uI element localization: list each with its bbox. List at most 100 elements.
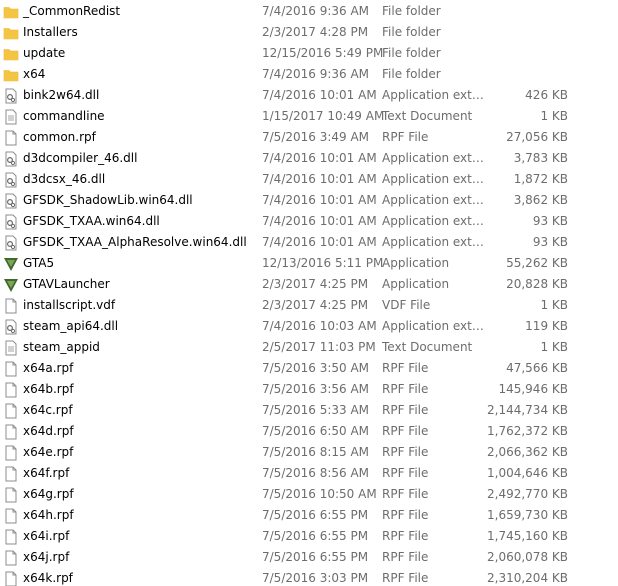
file-row[interactable]: d3dcompiler_46.dll 7/4/2016 10:01 AM Appli… — [0, 148, 618, 169]
file-row[interactable]: x64e.rpf 7/5/2016 8:15 AM RPF File 2,066,36… — [0, 442, 618, 463]
file-row[interactable]: x64j.rpf 7/5/2016 6:55 PM RPF File 2,060,07… — [0, 547, 618, 568]
file-row[interactable]: GFSDK_ShadowLib.win64.dll 7/4/2016 10:01 … — [0, 190, 618, 211]
file-date-modified: 7/4/2016 9:36 AM — [262, 67, 370, 81]
file-name: GFSDK_TXAA_AlphaResolve.win64.dll — [23, 235, 247, 249]
file-date-modified: 7/4/2016 10:01 AM — [262, 172, 377, 186]
file-type: RPF File — [382, 382, 429, 396]
file-row[interactable]: Installers 2/3/2017 4:28 PM File folder — [0, 22, 618, 43]
file-date-modified: 7/4/2016 10:01 AM — [262, 235, 377, 249]
document-icon — [3, 109, 19, 125]
file-date-modified: 7/5/2016 6:55 PM — [262, 550, 369, 564]
file-name: x64j.rpf — [23, 550, 70, 564]
file-size: 20,828 KB — [506, 277, 568, 291]
file-size: 2,310,204 KB — [487, 571, 568, 585]
file-icon — [3, 529, 19, 545]
file-row[interactable]: _CommonRedist 7/4/2016 9:36 AM File folder — [0, 1, 618, 22]
file-name: GFSDK_ShadowLib.win64.dll — [23, 193, 193, 207]
file-type: Application extens... — [382, 172, 490, 186]
file-size: 2,144,734 KB — [487, 403, 568, 417]
file-type: VDF File — [382, 298, 431, 312]
file-row[interactable]: x64 7/4/2016 9:36 AM File folder — [0, 64, 618, 85]
file-type: File folder — [382, 46, 441, 60]
file-row[interactable]: GTAVLauncher 2/3/2017 4:25 PM Application 2… — [0, 274, 618, 295]
file-row[interactable]: x64a.rpf 7/5/2016 3:50 AM RPF File 47,566 K… — [0, 358, 618, 379]
file-date-modified: 2/3/2017 4:25 PM — [262, 277, 369, 291]
file-name: steam_appid — [23, 340, 100, 354]
file-date-modified: 12/13/2016 5:11 PM — [262, 256, 384, 270]
file-row[interactable]: x64f.rpf 7/5/2016 8:56 AM RPF File 1,004,64… — [0, 463, 618, 484]
file-row[interactable]: commandline 1/15/2017 10:49 AM Text Docume… — [0, 106, 618, 127]
file-date-modified: 7/5/2016 6:55 PM — [262, 508, 369, 522]
file-type: File folder — [382, 67, 441, 81]
file-row[interactable]: x64h.rpf 7/5/2016 6:55 PM RPF File 1,659,73… — [0, 505, 618, 526]
file-icon — [3, 298, 19, 314]
file-name: x64d.rpf — [23, 424, 74, 438]
file-row[interactable]: bink2w64.dll 7/4/2016 10:01 AM Application… — [0, 85, 618, 106]
file-date-modified: 7/5/2016 3:49 AM — [262, 130, 370, 144]
file-row[interactable]: x64k.rpf 7/5/2016 3:03 PM RPF File 2,310,20… — [0, 568, 618, 586]
gta-app-icon — [3, 256, 19, 272]
file-type: RPF File — [382, 529, 429, 543]
file-row[interactable]: installscript.vdf 2/3/2017 4:25 PM VDF Fil… — [0, 295, 618, 316]
file-size: 93 KB — [532, 235, 568, 249]
file-date-modified: 7/4/2016 10:01 AM — [262, 151, 377, 165]
file-name: steam_api64.dll — [23, 319, 119, 333]
file-size: 27,056 KB — [506, 130, 568, 144]
file-size: 47,566 KB — [506, 361, 568, 375]
file-type: Application extens... — [382, 214, 490, 228]
file-type: File folder — [382, 25, 441, 39]
file-size: 1,762,372 KB — [487, 424, 568, 438]
file-row[interactable]: steam_appid 2/5/2017 11:03 PM Text Documen… — [0, 337, 618, 358]
file-date-modified: 7/5/2016 3:03 PM — [262, 571, 369, 585]
file-row[interactable]: x64d.rpf 7/5/2016 6:50 AM RPF File 1,762,37… — [0, 421, 618, 442]
dll-icon — [3, 151, 19, 167]
file-name: Installers — [23, 25, 78, 39]
file-size: 426 KB — [525, 88, 568, 102]
file-date-modified: 7/4/2016 10:01 AM — [262, 88, 377, 102]
dll-icon — [3, 319, 19, 335]
file-icon — [3, 550, 19, 566]
file-name: common.rpf — [23, 130, 96, 144]
file-name: x64a.rpf — [23, 361, 74, 375]
dll-icon — [3, 235, 19, 251]
file-name: x64e.rpf — [23, 445, 74, 459]
file-name: x64f.rpf — [23, 466, 70, 480]
file-date-modified: 2/5/2017 11:03 PM — [262, 340, 376, 354]
file-date-modified: 7/5/2016 8:56 AM — [262, 466, 370, 480]
file-name: GTAVLauncher — [23, 277, 110, 291]
file-type: RPF File — [382, 550, 429, 564]
file-row[interactable]: GTA5 12/13/2016 5:11 PM Application 55,262 … — [0, 253, 618, 274]
folder-icon — [3, 46, 19, 62]
file-type: RPF File — [382, 445, 429, 459]
file-row[interactable]: steam_api64.dll 7/4/2016 10:03 AM Applicat… — [0, 316, 618, 337]
file-row[interactable]: x64c.rpf 7/5/2016 5:33 AM RPF File 2,144,73… — [0, 400, 618, 421]
file-row[interactable]: x64i.rpf 7/5/2016 6:55 PM RPF File 1,745,16… — [0, 526, 618, 547]
file-name: _CommonRedist — [23, 4, 121, 18]
file-name: GTA5 — [23, 256, 55, 270]
file-row[interactable]: GFSDK_TXAA_AlphaResolve.win64.dll 7/4/201… — [0, 232, 618, 253]
file-size: 1,659,730 KB — [487, 508, 568, 522]
file-row[interactable]: GFSDK_TXAA.win64.dll 7/4/2016 10:01 AM App… — [0, 211, 618, 232]
file-row[interactable]: x64b.rpf 7/5/2016 3:56 AM RPF File 145,946 … — [0, 379, 618, 400]
file-size: 1,004,646 KB — [487, 466, 568, 480]
file-size: 93 KB — [532, 214, 568, 228]
file-icon — [3, 382, 19, 398]
file-icon — [3, 361, 19, 377]
file-type: RPF File — [382, 571, 429, 585]
file-date-modified: 7/5/2016 6:55 PM — [262, 529, 369, 543]
file-row[interactable]: update 12/15/2016 5:49 PM File folder — [0, 43, 618, 64]
file-row[interactable]: d3dcsx_46.dll 7/4/2016 10:01 AM Applicatio… — [0, 169, 618, 190]
file-type: Application extens... — [382, 319, 490, 333]
file-name: x64c.rpf — [23, 403, 73, 417]
file-date-modified: 7/5/2016 8:15 AM — [262, 445, 370, 459]
file-date-modified: 7/4/2016 10:03 AM — [262, 319, 377, 333]
file-row[interactable]: common.rpf 7/5/2016 3:49 AM RPF File 27,056… — [0, 127, 618, 148]
file-type: RPF File — [382, 361, 429, 375]
file-date-modified: 12/15/2016 5:49 PM — [262, 46, 384, 60]
file-name: x64k.rpf — [23, 571, 73, 585]
file-date-modified: 7/5/2016 5:33 AM — [262, 403, 370, 417]
file-type: Application — [382, 277, 450, 291]
file-name: d3dcsx_46.dll — [23, 172, 106, 186]
file-icon — [3, 571, 19, 586]
file-row[interactable]: x64g.rpf 7/5/2016 10:50 AM RPF File 2,492,7… — [0, 484, 618, 505]
